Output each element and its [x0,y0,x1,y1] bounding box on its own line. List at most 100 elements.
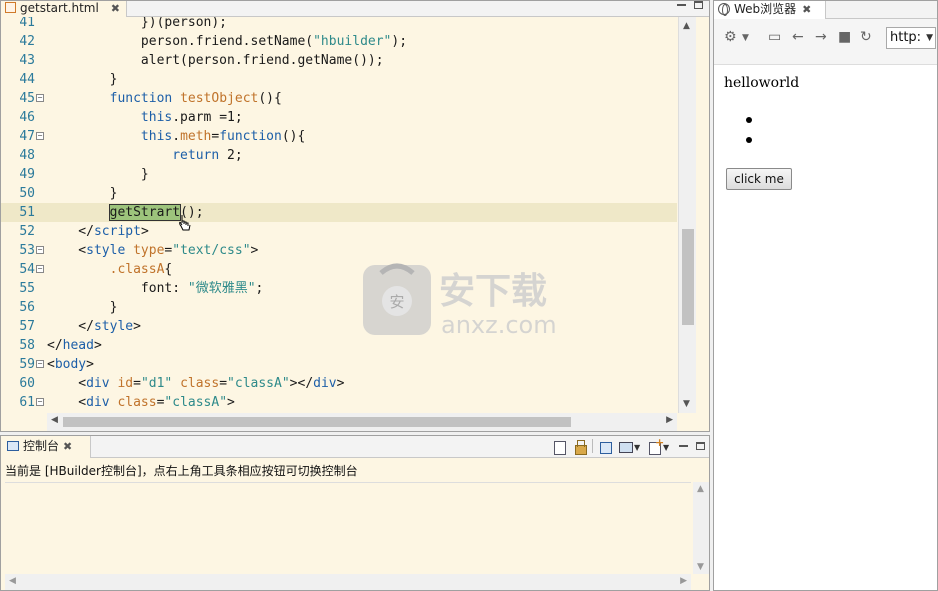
web-browser-pane: Web浏览器 ✖ ⚙ ▼ ▭ ← → ■ ↻ http: ▼ helloworld… [713,0,938,591]
chevron-down-icon[interactable]: ▼ [634,443,642,452]
scroll-down-icon[interactable]: ▼ [683,399,690,409]
line-number: 52 [19,224,35,239]
code-line[interactable]: 60 <div id="d1" class="classA"></div> [1,374,677,393]
line-number: 53 [19,243,35,258]
console-status-text: 当前是 [HBuilder控制台]，点右上角工具条相应按钮可切换控制台 [5,464,358,478]
editor-tab-close-icon[interactable]: ✖ [111,1,120,16]
line-number: 54 [19,262,35,277]
fold-toggle-icon[interactable]: − [36,398,44,406]
console-tab-close-icon[interactable]: ✖ [63,440,72,453]
code-line[interactable]: 42 person.friend.setName("hbuilder"); [1,32,677,51]
code-line[interactable]: 49 } [1,165,677,184]
code-text: } [47,167,149,182]
minimize-icon[interactable] [679,445,688,447]
code-text: } [47,186,118,201]
editor-window-controls [677,1,703,12]
pin-console-icon[interactable] [597,439,613,455]
code-line[interactable]: 47− this.meth=function(){ [1,127,677,146]
code-line[interactable]: 43 alert(person.friend.getName()); [1,51,677,70]
console-tabbar: 控制台✖ ▼▼ [1,436,709,458]
maximize-icon[interactable] [694,1,703,9]
devtools-icon[interactable]: ▭ [768,29,781,45]
code-text: <body> [47,357,94,372]
fold-toggle-icon[interactable]: − [36,94,44,102]
code-editor[interactable]: 41 })(person); 42 person.friend.setName("… [1,17,677,413]
browser-tab-label: Web浏览器 [734,2,797,16]
chevron-down-icon[interactable]: ▼ [742,33,749,43]
fold-toggle-icon[interactable]: − [36,246,44,254]
line-number: 55 [19,281,35,296]
code-text: </style> [47,319,141,334]
editor-vertical-scroll-thumb[interactable] [682,229,694,325]
line-number: 58 [19,338,35,353]
browser-tab[interactable]: Web浏览器 ✖ [714,1,826,19]
toolbar-separator [592,439,593,453]
editor-pane: getstart.html ✖ 41 })(person); 42 person.… [0,0,710,432]
code-line[interactable]: 51 getStrart(); [1,203,677,222]
code-line[interactable]: 46 this.parm =1; [1,108,677,127]
display-console-icon[interactable] [617,439,633,455]
console-tab[interactable]: 控制台 ✖ [1,436,91,458]
back-arrow-icon[interactable]: ← [792,29,804,45]
editor-horizontal-scrollbar[interactable]: ◀ ▶ [47,413,677,431]
code-text: } [47,72,118,87]
clear-console-icon[interactable] [552,439,568,455]
line-number: 43 [19,53,35,68]
console-pane: 控制台✖ ▼▼ 当前是 [HBuilder控制台]，点右上角工具条相应按钮可切换… [0,435,710,591]
svg-text:安下载: 安下载 [439,271,547,312]
refresh-icon[interactable]: ↻ [860,29,872,45]
open-console-icon[interactable] [646,436,664,455]
line-number: 48 [19,148,35,163]
stop-icon[interactable]: ■ [838,29,851,45]
watermark-logo: 安 安下载 anxz.com [363,263,557,339]
console-toolbar: ▼▼ [548,436,705,455]
scroll-lock-icon[interactable] [572,439,588,455]
line-number: 45 [19,91,35,106]
code-text: this.meth=function(){ [140,129,306,144]
code-text: person.friend.setName("hbuilder"); [47,34,408,49]
html-file-icon [5,2,16,13]
url-value: http: [890,30,922,45]
line-number: 57 [19,319,35,334]
code-text: return 2; [172,148,243,163]
forward-arrow-icon[interactable]: → [815,29,827,45]
console-tab-label: 控制台 [23,439,60,453]
fold-toggle-icon[interactable]: − [36,360,44,368]
hand-cursor-icon [179,215,191,231]
code-line[interactable]: 59− <body> [1,355,677,374]
code-text: function testObject(){ [109,91,282,106]
console-output-area[interactable] [5,482,691,574]
editor-vertical-scrollbar[interactable]: ▲ ▼ [678,17,696,413]
line-number: 42 [19,34,35,49]
code-line[interactable]: 53− <style type="text/css"> [1,241,677,260]
editor-tab-getstart[interactable]: getstart.html ✖ [1,1,127,17]
gear-icon[interactable]: ⚙ [724,29,737,45]
editor-horizontal-scroll-thumb[interactable] [63,417,571,427]
code-text: } [47,300,118,315]
url-input[interactable]: http: ▼ [886,27,936,49]
click-me-button[interactable]: click me [726,168,792,190]
maximize-icon[interactable] [696,442,705,450]
console-horizontal-scrollbar[interactable]: ◀ ▶ [5,574,691,590]
scroll-left-icon[interactable]: ◀ [51,415,58,425]
minimize-icon[interactable] [677,4,686,6]
code-line[interactable]: 41 })(person); [1,17,677,32]
scroll-up-icon[interactable]: ▲ [683,21,690,31]
fold-toggle-icon[interactable]: − [36,132,44,140]
line-number: 49 [19,167,35,182]
scroll-right-icon[interactable]: ▶ [666,415,673,425]
chevron-down-icon[interactable]: ▼ [926,28,933,48]
line-number: 44 [19,72,35,87]
code-line[interactable]: 61− <div class="classA"> [1,393,677,412]
fold-toggle-icon[interactable]: − [36,265,44,273]
code-line[interactable]: 44 } [1,70,677,89]
svg-text:anxz.com: anxz.com [441,311,557,339]
code-line[interactable]: 45− function testObject(){ [1,89,677,108]
browser-tab-close-icon[interactable]: ✖ [802,3,811,16]
code-line[interactable]: 48 return 2; [1,146,677,165]
code-line[interactable]: 52 </script> [1,222,677,241]
code-text: </head> [47,338,102,353]
list-item-bullet [746,137,752,143]
console-vertical-scrollbar[interactable]: ▲ ▼ [693,482,709,574]
code-line[interactable]: 50 } [1,184,677,203]
